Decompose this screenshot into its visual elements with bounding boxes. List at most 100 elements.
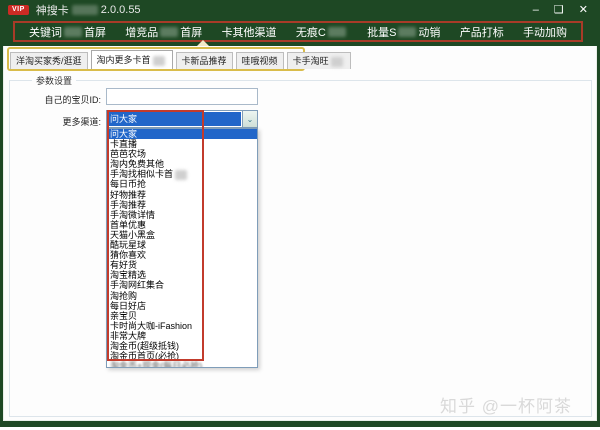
dropdown-item[interactable]: 淘金币+现金(每日必抢) [107,361,257,368]
menu-item[interactable]: 增竞品 首屏 [125,24,202,40]
groupbox-label: 参数设置 [32,74,77,87]
dropdown-item-label: 每日好店 [110,300,147,311]
chevron-down-icon[interactable]: ⌄ [242,111,257,127]
dropdown-item-label: 芭芭农场 [110,149,147,160]
combobox-selected-value: 问大家 [108,112,241,126]
menu-item-label: 手动加购 [522,26,567,39]
content-area: 洋淘买家秀/逛逛 淘内更多卡首 卡新品推荐 哇哦视频 卡手淘旺 参数设置 自己的宝贝ID… [3,46,597,421]
dropdown-item[interactable]: 淘金币首页(必抢) [107,351,257,361]
close-button[interactable]: ✕ [579,4,588,16]
menu-annotation-box: 关键词 首屏 增竞品 首屏 卡其他渠道 无痕C 批量S 动销 产品打标 手动加购 [13,21,583,42]
menu-item-label: 增竞品 [125,26,159,39]
minimize-button[interactable]: – [533,4,539,16]
dropdown-item-label: 淘金币(超级抵钱) [110,340,179,351]
dropdown-item[interactable]: 天猫小黑盒 [107,230,257,240]
title-bar: VIP 神搜卡 2.0.0.55 – ❑ ✕ [0,0,600,20]
dropdown-item-label: 有好货 [110,260,138,271]
censored-blur [175,170,188,180]
dropdown-item[interactable]: 有好货 [107,260,257,270]
menu-bar: 关键词 首屏 增竞品 首屏 卡其他渠道 无痕C 批量S 动销 产品打标 手动加购 [0,20,600,46]
dropdown-item-label: 淘内免费其他 [110,159,165,170]
dropdown-item[interactable]: 猜你喜欢 [107,250,257,260]
dropdown-item[interactable]: 芭芭农场 [107,149,257,159]
menu-item-label: 产品打标 [459,26,504,39]
menu-item[interactable]: 批量S 动销 [367,24,440,40]
menu-item[interactable]: 产品打标 [460,24,504,40]
tab-3[interactable]: 卡新品推荐 [175,52,233,69]
dropdown-item-label: 卡时尚大咖-iFashion [110,320,193,331]
dropdown-item[interactable]: 手淘找相似卡首 [107,169,257,180]
tab-label: 卡新品推荐 [181,56,227,66]
dropdown-item[interactable]: 淘金币(超级抵钱) [107,341,257,351]
dropdown-item-label: 淘金币+现金(每日必抢) [110,361,203,368]
tab-2[interactable]: 淘内更多卡首 [90,50,173,69]
dropdown-item-label: 淘抢购 [110,290,138,301]
dropdown-item[interactable]: 亲宝贝 [107,311,257,321]
menu-item[interactable]: 关键词 首屏 [29,24,106,40]
censored-blur [330,56,343,67]
window-title-version: 2.0.0.55 [100,4,141,16]
window-title: 神搜卡 2.0.0.55 [36,2,141,18]
menu-item[interactable]: 卡其他渠道 [222,24,277,40]
dropdown-item-label: 问大家 [110,129,138,139]
dropdown-item[interactable]: 手淘微详情 [107,210,257,220]
window-frame: VIP 神搜卡 2.0.0.55 – ❑ ✕ 关键词 首屏 增竞品 首屏 卡其他渠道 无痕… [0,0,600,427]
dropdown-item-label: 猜你喜欢 [110,250,147,261]
censored-blur [152,55,165,66]
window-controls: – ❑ ✕ [533,0,588,20]
dropdown-item[interactable]: 非常大牌 [107,331,257,341]
dropdown-item-label: 首单优惠 [110,219,147,230]
dropdown-item[interactable]: 好物推荐 [107,190,257,200]
menu-item-label: 批量S [367,26,397,39]
menu-item-label: 卡其他渠道 [221,26,277,39]
menu-item-label: 关键词 [29,26,62,39]
tab-5[interactable]: 卡手淘旺 [286,52,351,69]
tab-label: 卡手淘旺 [292,56,329,66]
menu-item[interactable]: 无痕C [296,24,348,40]
vip-badge-icon: VIP [8,5,29,15]
censored-blur [327,26,346,37]
item-id-label: 自己的宝贝ID: [44,95,101,105]
dropdown-item-label: 非常大牌 [110,330,147,341]
censored-blur [160,26,179,37]
censored-blur [398,26,417,37]
dropdown-item-label: 手淘找相似卡首 [110,169,174,180]
dropdown-item[interactable]: 首单优惠 [107,220,257,230]
dropdown-item-label: 手淘推荐 [110,199,147,210]
tab-label: 淘内更多卡首 [96,55,151,65]
app-window: VIP 神搜卡 2.0.0.55 – ❑ ✕ 关键词 首屏 增竞品 首屏 卡其他渠道 无痕… [0,0,600,430]
dropdown-item-label: 天猫小黑盒 [110,229,156,240]
tabs-annotation-box: 洋淘买家秀/逛逛 淘内更多卡首 卡新品推荐 哇哦视频 卡手淘旺 [7,47,351,71]
tab-label: 洋淘买家秀/逛逛 [16,56,82,66]
dropdown-item[interactable]: 每日币抢 [107,179,257,189]
dropdown-item[interactable]: 卡时尚大咖-iFashion [107,321,257,331]
dropdown-item-label: 卡直播 [110,139,138,150]
watermark-text: 知乎 @一杯阿茶 [440,397,572,416]
menu-item-label: 首屏 [180,26,203,39]
channel-dropdown-list: 问大家 卡直播 芭芭农场 淘内免费其他 手淘找相似卡首 每日币抢 好物推荐 手淘推荐 手淘微详情… [106,128,258,368]
tab-4[interactable]: 哇哦视频 [235,52,284,69]
dropdown-item[interactable]: 酷玩星球 [107,240,257,250]
channel-combobox[interactable]: 问大家 ⌄ [106,110,258,128]
dropdown-item[interactable]: 卡直播 [107,139,257,149]
dropdown-item-label: 每日币抢 [110,179,147,190]
dropdown-item[interactable]: 手淘网红集合 [107,280,257,290]
dropdown-item[interactable]: 淘抢购 [107,291,257,301]
dropdown-item-label: 淘金币首页(必抢) [110,351,179,362]
maximize-button[interactable]: ❑ [554,4,564,16]
menu-item[interactable]: 手动加购 [523,24,567,40]
dropdown-item[interactable]: 手淘推荐 [107,200,257,210]
item-id-input[interactable] [106,88,258,105]
dropdown-item-label: 淘宝精选 [110,270,147,281]
tab-label: 哇哦视频 [241,56,278,66]
menu-item-label: 首屏 [84,26,106,39]
dropdown-item-label: 手淘微详情 [110,209,156,220]
tab-1[interactable]: 洋淘买家秀/逛逛 [10,52,88,69]
dropdown-item-label: 亲宝贝 [110,310,138,321]
menu-item-label: 动销 [418,26,441,39]
dropdown-item[interactable]: 问大家 [107,129,257,140]
dropdown-item[interactable]: 每日好店 [107,301,257,311]
dropdown-item[interactable]: 淘宝精选 [107,270,257,280]
dropdown-item[interactable]: 淘内免费其他 [107,159,257,169]
window-title-prefix: 神搜卡 [35,5,69,17]
